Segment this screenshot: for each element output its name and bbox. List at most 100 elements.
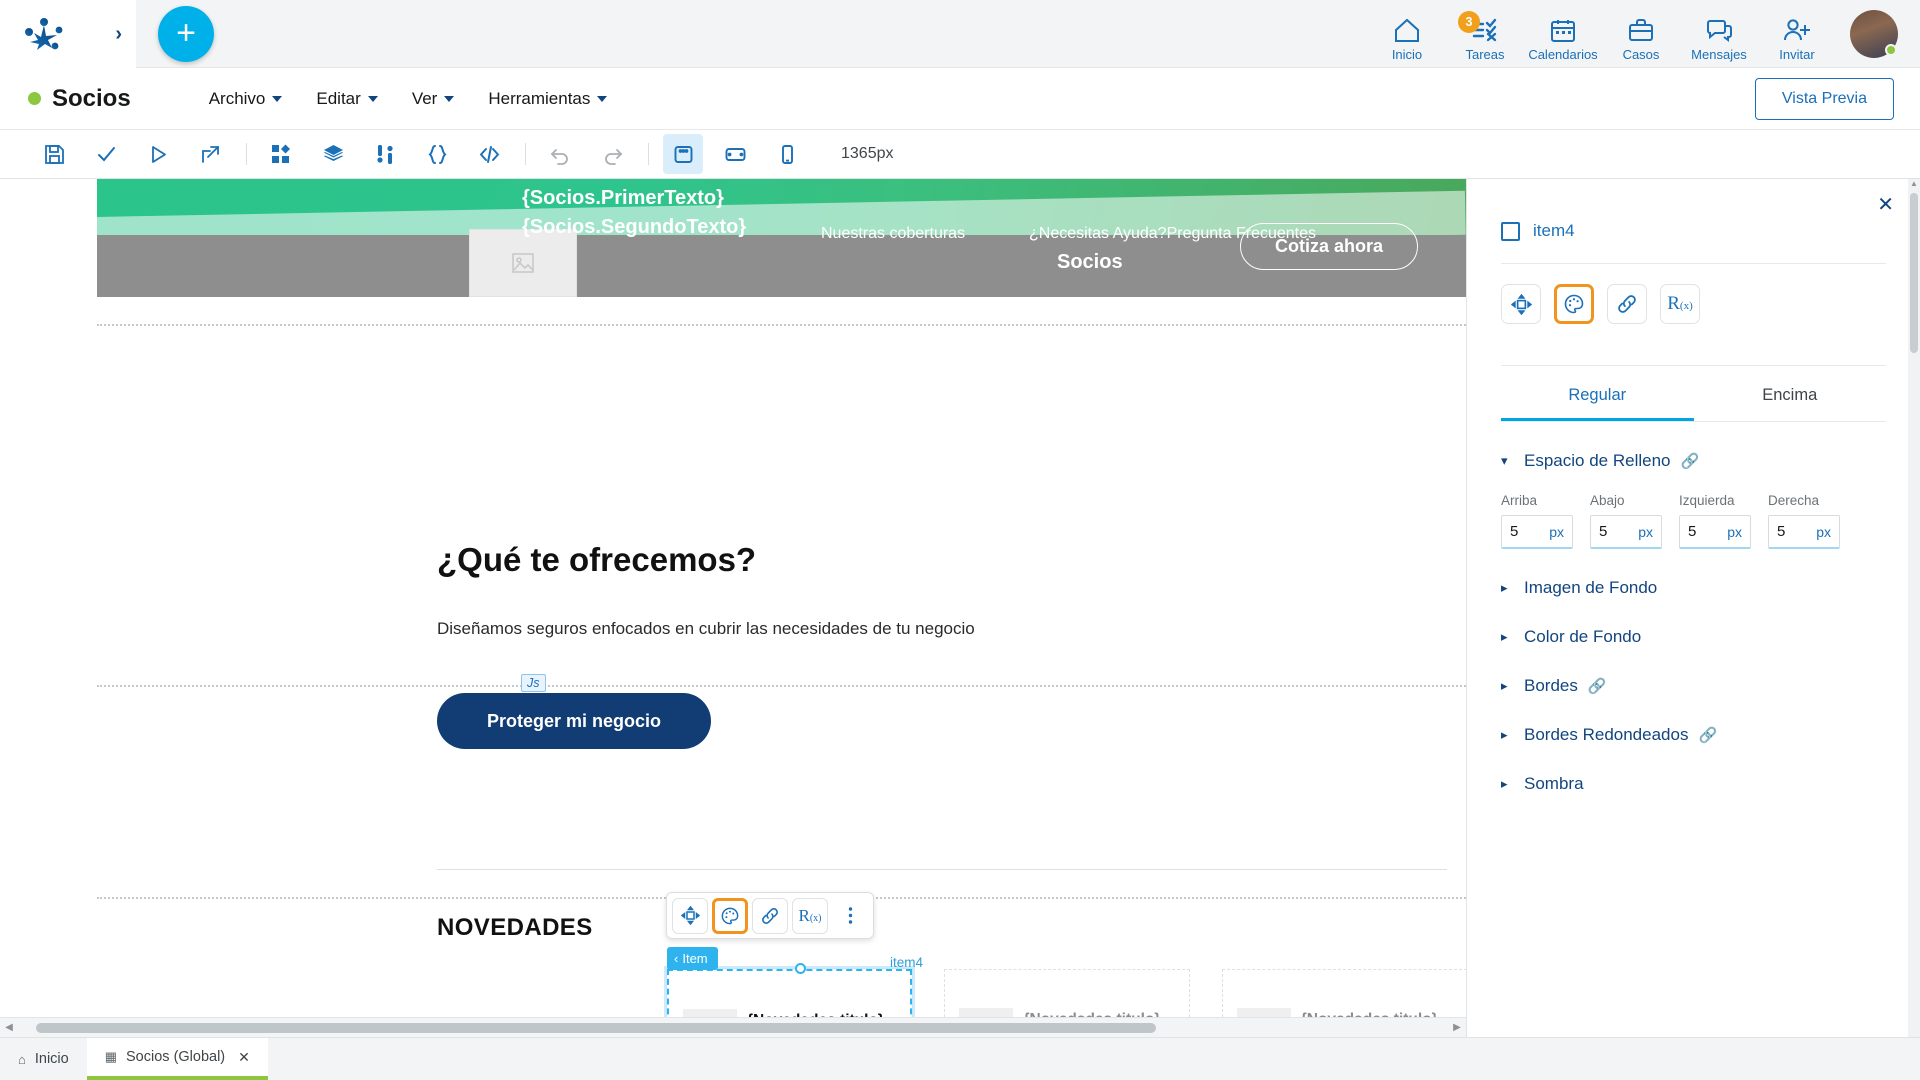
resize-handle[interactable] [795, 963, 806, 974]
save-icon[interactable] [34, 134, 74, 174]
nav-item-inicio[interactable]: Inicio [1368, 13, 1446, 62]
zoom-level-label: 1365px [841, 145, 894, 162]
presence-indicator [1885, 43, 1897, 56]
divider [1501, 365, 1886, 366]
section-bordes-redondeados[interactable]: ▸ Bordes Redondeados 🔗 [1501, 725, 1886, 745]
offer-heading[interactable]: ¿Qué te ofrecemos? [437, 541, 756, 579]
menu-herramientas[interactable]: Herramientas [488, 89, 608, 109]
section-bordes[interactable]: ▸ Bordes 🔗 [1501, 676, 1886, 696]
properties-panel: ✕ item4 R(x) Regular Encima ▾ Espacio de… [1466, 179, 1920, 1037]
tab-regular[interactable]: Regular [1501, 386, 1694, 421]
link-icon[interactable] [1607, 284, 1647, 324]
nav-item-calendarios[interactable]: Calendarios [1524, 13, 1602, 62]
item-breadcrumb-chip[interactable]: ‹ Item [667, 947, 718, 970]
field-unit: px [1638, 523, 1653, 540]
selected-object-row: item4 [1501, 179, 1886, 241]
padding-right-input[interactable]: 5 px [1768, 515, 1840, 549]
tablet-icon[interactable] [715, 134, 755, 174]
scrollbar-thumb[interactable] [36, 1022, 1156, 1033]
menu-label: Editar [316, 88, 361, 108]
close-icon[interactable]: ✕ [1877, 195, 1894, 215]
bottom-tab-inicio[interactable]: ⌂ Inicio [0, 1038, 87, 1080]
avatar[interactable] [1850, 9, 1898, 58]
js-badge[interactable]: Js [521, 674, 546, 692]
scroll-left-icon[interactable]: ◀ [0, 1022, 18, 1033]
tab-encima[interactable]: Encima [1694, 386, 1887, 421]
field-label: Izquierda [1679, 493, 1735, 508]
document-name: Socios [52, 84, 131, 112]
padding-top-input[interactable]: 5 px [1501, 515, 1573, 549]
linked-icon[interactable]: 🔗 [1588, 677, 1607, 695]
export-icon[interactable] [190, 134, 230, 174]
linked-icon[interactable]: 🔗 [1698, 726, 1717, 744]
canvas-left-gutter [0, 179, 97, 1017]
offer-paragraph[interactable]: Diseñamos seguros enfocados en cubrir la… [437, 619, 975, 639]
layers-icon[interactable] [313, 134, 353, 174]
preview-button[interactable]: Vista Previa [1754, 77, 1894, 120]
section-imagen-de-fondo[interactable]: ▸ Imagen de Fondo [1501, 578, 1886, 598]
image-placeholder-icon [959, 1008, 1014, 1017]
link-icon[interactable] [752, 897, 788, 934]
variables-icon[interactable] [365, 134, 405, 174]
check-icon[interactable] [86, 134, 126, 174]
paw-logo-icon[interactable] [24, 17, 64, 51]
proteger-mi-negocio-button[interactable]: Proteger mi negocio [437, 693, 711, 749]
scrollbar-thumb[interactable] [1910, 193, 1918, 353]
linked-icon[interactable]: 🔗 [1680, 452, 1699, 470]
mobile-icon[interactable] [767, 134, 807, 174]
close-icon[interactable]: ✕ [238, 1049, 250, 1066]
move-icon[interactable] [672, 897, 708, 934]
rx-formula-icon[interactable]: R(x) [1660, 284, 1700, 324]
padding-left-input[interactable]: 5 px [1679, 515, 1751, 549]
section-boundary [97, 324, 1466, 326]
json-braces-icon[interactable] [417, 134, 457, 174]
desktop-icon[interactable] [663, 134, 703, 174]
code-icon[interactable] [469, 134, 509, 174]
menu-ver[interactable]: Ver [412, 89, 455, 109]
section-sombra[interactable]: ▸ Sombra [1501, 774, 1886, 794]
padding-bottom-input[interactable]: 5 px [1590, 515, 1662, 549]
chevron-down-icon [367, 95, 378, 102]
redo-icon[interactable] [592, 134, 632, 174]
chevron-right-icon[interactable]: › [115, 24, 122, 44]
list-item[interactable]: {Novedades.titulo} {Novedades.descripcio… [665, 968, 914, 1017]
undo-icon[interactable] [540, 134, 580, 174]
components-icon[interactable] [261, 134, 301, 174]
nav-item-tareas[interactable]: 3 Tareas [1446, 10, 1524, 62]
move-icon[interactable] [1501, 284, 1541, 324]
nav-item-casos[interactable]: Casos [1602, 13, 1680, 62]
field-value: 5 [1599, 523, 1608, 540]
add-button[interactable]: + [158, 5, 214, 62]
page-preview[interactable]: {Socios.PrimerTexto} {Socios.SegundoText… [97, 179, 1466, 1007]
tab-label: Socios (Global) [126, 1049, 226, 1065]
more-vertical-icon[interactable] [832, 897, 868, 934]
palette-icon[interactable] [712, 897, 748, 934]
nav-item-invitar[interactable]: Invitar [1758, 13, 1836, 62]
rx-formula-icon[interactable]: R(x) [792, 897, 828, 934]
scrollbar-track[interactable] [18, 1018, 1448, 1038]
nav-label: Mensajes [1691, 46, 1747, 62]
palette-icon[interactable] [1554, 284, 1594, 324]
section-espacio-de-relleno[interactable]: ▾ Espacio de Relleno 🔗 [1501, 451, 1886, 471]
hero-cta-button[interactable]: Cotiza ahora [1239, 223, 1418, 270]
page-title: Socios [28, 85, 131, 113]
add-user-icon [1782, 13, 1812, 43]
list-item[interactable]: {Novedades.titulo} {Novedades.descripcio… [944, 969, 1190, 1017]
nav-item-mensajes[interactable]: Mensajes [1680, 13, 1758, 62]
novedades-heading[interactable]: NOVEDADES [437, 914, 593, 942]
menu-archivo[interactable]: Archivo [209, 89, 283, 109]
play-icon[interactable] [138, 134, 178, 174]
home-small-icon: ⌂ [18, 1051, 26, 1067]
menu-editar[interactable]: Editar [316, 88, 378, 109]
bottom-tab-socios-global[interactable]: ▦ Socios (Global) ✕ [86, 1038, 268, 1080]
section-color-de-fondo[interactable]: ▸ Color de Fondo [1501, 627, 1886, 647]
panel-tool-row: R(x) [1501, 264, 1886, 343]
canvas-horizontal-scrollbar[interactable]: ◀ ▶ [0, 1017, 1466, 1037]
scroll-up-icon[interactable]: ▲ [1908, 179, 1920, 191]
panel-vertical-scrollbar[interactable]: ▲ [1908, 179, 1920, 1037]
tab-label: Inicio [34, 1051, 69, 1067]
list-item[interactable]: {Novedades.titulo} {Novedades.descripcio… [1221, 969, 1466, 1017]
hero-link-coberturas[interactable]: Nuestras coberturas [821, 225, 965, 243]
field-label: Derecha [1768, 493, 1820, 508]
scroll-right-icon[interactable]: ▶ [1448, 1022, 1466, 1033]
